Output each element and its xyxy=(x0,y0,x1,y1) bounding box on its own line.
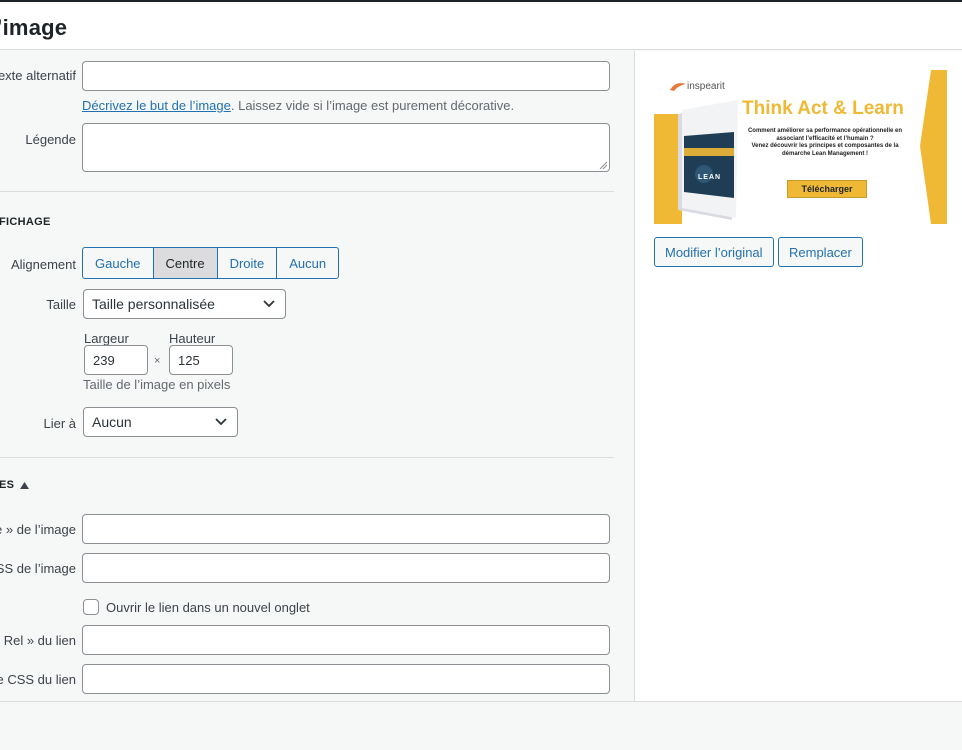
modal-footer xyxy=(0,701,962,750)
link-to-label: Lier à xyxy=(43,416,76,431)
size-select-value: Taille personnalisée xyxy=(92,296,215,312)
promo-body-line2: Venez découvrir les principes et composa… xyxy=(751,143,899,157)
promo-banner-image: inspearit LEAN Think Act & Learn Comment… xyxy=(654,70,947,224)
align-none-button[interactable]: Aucun xyxy=(276,247,340,279)
alt-text-label: exte alternatif xyxy=(0,68,76,83)
alt-text-help-text: . Laissez vide si l’image est purement d… xyxy=(230,98,515,113)
alignment-label: Alignement xyxy=(10,257,76,272)
settings-column: exte alternatif Décrivez le but de l’ima… xyxy=(0,51,634,701)
caption-label: Légende xyxy=(25,132,76,147)
new-tab-label[interactable]: Ouvrir le lien dans un nouvel onglet xyxy=(106,600,310,615)
times-symbol: × xyxy=(154,355,161,367)
preview-column: inspearit LEAN Think Act & Learn Comment… xyxy=(634,51,962,701)
display-settings-heading: FICHAGE xyxy=(0,216,51,228)
height-input[interactable]: 125 xyxy=(169,345,233,375)
image-preview: inspearit LEAN Think Act & Learn Comment… xyxy=(654,70,947,224)
link-css-input[interactable] xyxy=(82,664,610,694)
link-css-label: se CSS du lien xyxy=(0,672,76,687)
title-attr-input[interactable] xyxy=(82,514,610,544)
align-right-button[interactable]: Droite xyxy=(216,247,278,279)
promo-body-line1: Comment améliorer sa performance opérati… xyxy=(747,128,903,142)
modal-titlebar: l’image xyxy=(0,0,962,50)
css-class-input[interactable] xyxy=(82,553,610,583)
height-label: Hauteur xyxy=(169,331,216,346)
advanced-toggle[interactable]: ES xyxy=(0,479,30,491)
new-tab-checkbox[interactable] xyxy=(83,599,99,615)
dimensions-help: Taille de l’image en pixels xyxy=(83,377,231,392)
chevron-down-icon xyxy=(215,418,227,426)
resize-grip-icon[interactable] xyxy=(599,161,607,169)
rel-input[interactable] xyxy=(82,625,610,655)
promo-headline: Think Act & Learn xyxy=(742,98,904,119)
edit-original-button[interactable]: Modifier l’original xyxy=(654,237,774,267)
size-select[interactable]: Taille personnalisée xyxy=(83,289,286,319)
align-left-button[interactable]: Gauche xyxy=(82,247,154,279)
width-input[interactable]: 239 xyxy=(84,345,148,375)
inspearit-logo-icon xyxy=(670,83,686,91)
modal-content: exte alternatif Décrivez le but de l’ima… xyxy=(0,51,962,701)
caption-field-wrap xyxy=(82,123,610,172)
alt-text-help-link[interactable]: Décrivez le but de l’image xyxy=(82,98,231,113)
alignment-button-group: Gauche Centre Droite Aucun xyxy=(82,247,340,279)
triangle-up-icon xyxy=(20,481,30,489)
caption-textarea[interactable] xyxy=(82,123,610,172)
size-label: Taille xyxy=(46,297,76,312)
advanced-heading: ES xyxy=(0,479,15,491)
css-class-label: SS de l’image xyxy=(0,561,76,576)
align-center-button[interactable]: Centre xyxy=(152,247,218,279)
alt-text-help: Décrivez le but de l’image. Laissez vide… xyxy=(82,98,514,113)
replace-button[interactable]: Remplacer xyxy=(778,237,863,267)
alt-text-input[interactable] xyxy=(82,61,610,91)
promo-cta: Télécharger xyxy=(787,180,867,198)
width-label: Largeur xyxy=(84,331,129,346)
modal-title: l’image xyxy=(0,15,68,40)
separator xyxy=(0,191,614,192)
image-details-modal: l’image exte alternatif Décrivez le but … xyxy=(0,0,962,750)
link-to-select[interactable]: Aucun xyxy=(83,407,238,437)
chevron-down-icon xyxy=(263,300,275,308)
separator xyxy=(0,457,614,458)
promo-body: Comment améliorer sa performance opérati… xyxy=(740,128,910,158)
promo-brand: inspearit xyxy=(687,81,725,92)
rel-label: « Rel » du lien xyxy=(0,633,76,648)
book-label: LEAN xyxy=(698,174,722,181)
title-attr-label: e » de l’image xyxy=(0,522,76,537)
link-to-select-value: Aucun xyxy=(92,414,132,430)
